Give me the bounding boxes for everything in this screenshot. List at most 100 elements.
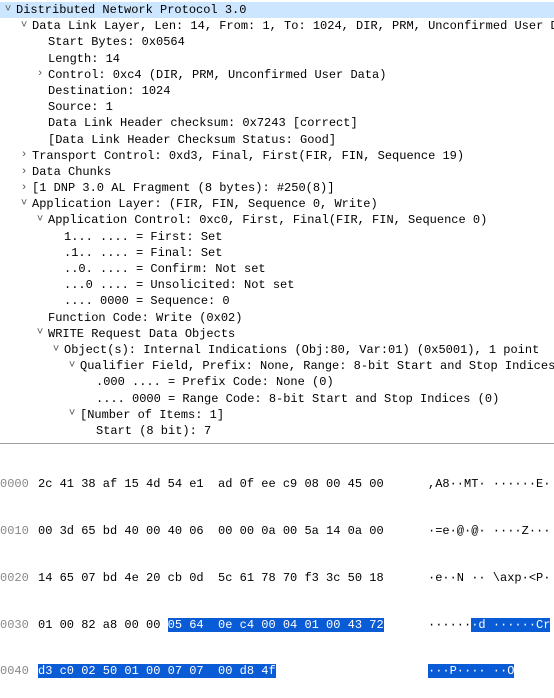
chevron-right-icon[interactable]: › [18, 181, 30, 196]
hex-row[interactable]: 0010 00 3d 65 bd 40 00 40 06 00 00 0a 00… [0, 524, 554, 540]
hex-highlight: ·d ······Cr [471, 618, 550, 632]
tree-label: ..0. .... = Confirm: Not set [62, 261, 266, 277]
hex-row[interactable]: 0040 d3 c0 02 50 01 00 07 07 00 d8 4f ··… [0, 664, 554, 680]
tree-row[interactable]: · Destination: 1024 [0, 83, 554, 99]
hex-row[interactable]: 0020 14 65 07 bd 4e 20 cb 0d 5c 61 78 70… [0, 571, 554, 587]
no-icon: · [34, 116, 46, 131]
hex-offset: 0040 [0, 664, 38, 680]
tree-row-chunks[interactable]: › Data Chunks [0, 164, 554, 180]
hex-bytes: 14 65 07 bd 4e 20 cb 0d 5c 61 78 70 f3 3… [38, 571, 428, 587]
chevron-right-icon[interactable]: › [34, 67, 46, 82]
hex-highlight: 05 64 0e c4 00 04 01 00 43 72 [168, 618, 384, 632]
tree-label: .... 0000 = Sequence: 0 [62, 293, 230, 309]
tree-row[interactable]: · .... 0000 = Sequence: 0 [0, 293, 554, 309]
chevron-down-icon[interactable]: ˅ [18, 19, 30, 34]
tree-label: [1 DNP 3.0 AL Fragment (8 bytes): #250(8… [30, 180, 334, 196]
no-icon: · [50, 245, 62, 260]
hex-highlight: ···P···· ··O [428, 664, 514, 678]
tree-row[interactable]: · Source: 1 [0, 99, 554, 115]
tree-row[interactable]: · Start Bytes: 0x0564 [0, 34, 554, 50]
tree-label: Application Layer: (FIR, FIN, Sequence 0… [30, 196, 378, 212]
hex-dump-pane[interactable]: 0000 2c 41 38 af 15 4d 54 e1 ad 0f ee c9… [0, 443, 554, 698]
hex-offset: 0020 [0, 571, 38, 587]
tree-label: Transport Control: 0xd3, Final, First(FI… [30, 148, 464, 164]
hex-bytes: 2c 41 38 af 15 4d 54 e1 ad 0f ee c9 08 0… [38, 477, 428, 493]
no-icon: · [34, 35, 46, 50]
hex-offset: 0000 [0, 477, 38, 493]
no-icon: · [50, 278, 62, 293]
tree-label: .... 0000 = Range Code: 8-bit Start and … [94, 391, 499, 407]
tree-row[interactable]: · .000 .... = Prefix Code: None (0) [0, 374, 554, 390]
tree-row-applayer[interactable]: ˅ Application Layer: (FIR, FIN, Sequence… [0, 196, 554, 212]
no-icon: · [82, 391, 94, 406]
tree-row[interactable]: · 1... .... = First: Set [0, 229, 554, 245]
hex-offset: 0030 [0, 618, 38, 634]
hex-row[interactable]: 0000 2c 41 38 af 15 4d 54 e1 ad 0f ee c9… [0, 477, 554, 493]
hex-bytes: d3 c0 02 50 01 00 07 07 00 d8 4f [38, 664, 428, 680]
tree-row-transport[interactable]: › Transport Control: 0xd3, Final, First(… [0, 148, 554, 164]
tree-row[interactable]: · Data Link Header checksum: 0x7243 [cor… [0, 115, 554, 131]
chevron-down-icon[interactable]: ˅ [50, 343, 62, 358]
tree-row[interactable]: · Function Code: Write (0x02) [0, 310, 554, 326]
tree-row-writereq[interactable]: ˅ WRITE Request Data Objects [0, 326, 554, 342]
tree-label: .000 .... = Prefix Code: None (0) [94, 374, 334, 390]
hex-ascii: ·e··N ·· \axp·<P· [428, 571, 550, 587]
hex-ascii: ,A8··MT· ······E· [428, 477, 550, 493]
tree-label: Qualifier Field, Prefix: None, Range: 8-… [78, 358, 554, 374]
tree-label: Application Control: 0xc0, First, Final(… [46, 212, 487, 228]
hex-offset: 0010 [0, 524, 38, 540]
tree-row-numitems[interactable]: ˅ [Number of Items: 1] [0, 407, 554, 423]
tree-label: WRITE Request Data Objects [46, 326, 235, 342]
tree-label: Destination: 1024 [46, 83, 170, 99]
tree-row[interactable]: · Length: 14 [0, 51, 554, 67]
no-icon: · [34, 310, 46, 325]
tree-row-fragment[interactable]: › [1 DNP 3.0 AL Fragment (8 bytes): #250… [0, 180, 554, 196]
chevron-down-icon[interactable]: ˅ [66, 407, 78, 422]
hex-ascii: ·······d ······Cr [428, 618, 550, 634]
tree-label: Distributed Network Protocol 3.0 [14, 2, 246, 18]
hex-bytes: 00 3d 65 bd 40 00 40 06 00 00 0a 00 5a 1… [38, 524, 428, 540]
no-icon: · [50, 229, 62, 244]
hex-ascii: ···P···· ··O [428, 664, 514, 680]
tree-label: Start Bytes: 0x0564 [46, 34, 185, 50]
tree-row[interactable]: · ..0. .... = Confirm: Not set [0, 261, 554, 277]
tree-row[interactable]: · [Data Link Header Checksum Status: Goo… [0, 132, 554, 148]
no-icon: · [34, 132, 46, 147]
tree-label: [Data Link Header Checksum Status: Good] [46, 132, 336, 148]
no-icon: · [82, 375, 94, 390]
chevron-down-icon[interactable]: ˅ [18, 197, 30, 212]
tree-row[interactable]: · Start (8 bit): 7 [0, 423, 554, 439]
tree-label: Start (8 bit): 7 [94, 423, 211, 439]
tree-row-appctrl[interactable]: ˅ Application Control: 0xc0, First, Fina… [0, 212, 554, 228]
no-icon: · [50, 294, 62, 309]
no-icon: · [34, 51, 46, 66]
chevron-right-icon[interactable]: › [18, 165, 30, 180]
packet-details-tree: ˅ Distributed Network Protocol 3.0 ˅ Dat… [0, 0, 554, 443]
no-icon: · [34, 84, 46, 99]
tree-label: Data Chunks [30, 164, 111, 180]
hex-row[interactable]: 0030 01 00 82 a8 00 00 05 64 0e c4 00 04… [0, 618, 554, 634]
tree-label: Data Link Layer, Len: 14, From: 1, To: 1… [30, 18, 554, 34]
chevron-down-icon[interactable]: ˅ [2, 3, 14, 18]
tree-label: Data Link Header checksum: 0x7243 [corre… [46, 115, 358, 131]
tree-row[interactable]: · .... 0000 = Range Code: 8-bit Start an… [0, 391, 554, 407]
tree-label: Function Code: Write (0x02) [46, 310, 242, 326]
tree-label: 1... .... = First: Set [62, 229, 222, 245]
chevron-down-icon[interactable]: ˅ [34, 213, 46, 228]
tree-row-dll[interactable]: ˅ Data Link Layer, Len: 14, From: 1, To:… [0, 18, 554, 34]
tree-row-root[interactable]: ˅ Distributed Network Protocol 3.0 [0, 2, 554, 18]
chevron-down-icon[interactable]: ˅ [34, 326, 46, 341]
tree-label: ...0 .... = Unsolicited: Not set [62, 277, 294, 293]
tree-row-control[interactable]: › Control: 0xc4 (DIR, PRM, Unconfirmed U… [0, 67, 554, 83]
tree-row-qualifier[interactable]: ˅ Qualifier Field, Prefix: None, Range: … [0, 358, 554, 374]
tree-row-objects[interactable]: ˅ Object(s): Internal Indications (Obj:8… [0, 342, 554, 358]
chevron-right-icon[interactable]: › [18, 148, 30, 163]
tree-row[interactable]: · ...0 .... = Unsolicited: Not set [0, 277, 554, 293]
chevron-down-icon[interactable]: ˅ [66, 359, 78, 374]
tree-row[interactable]: · .1.. .... = Final: Set [0, 245, 554, 261]
tree-label: .1.. .... = Final: Set [62, 245, 222, 261]
hex-highlight: d3 c0 02 50 01 00 07 07 00 d8 4f [38, 664, 276, 678]
tree-label: [Number of Items: 1] [78, 407, 224, 423]
no-icon: · [50, 262, 62, 277]
hex-ascii: ·=e·@·@· ····Z··· [428, 524, 550, 540]
